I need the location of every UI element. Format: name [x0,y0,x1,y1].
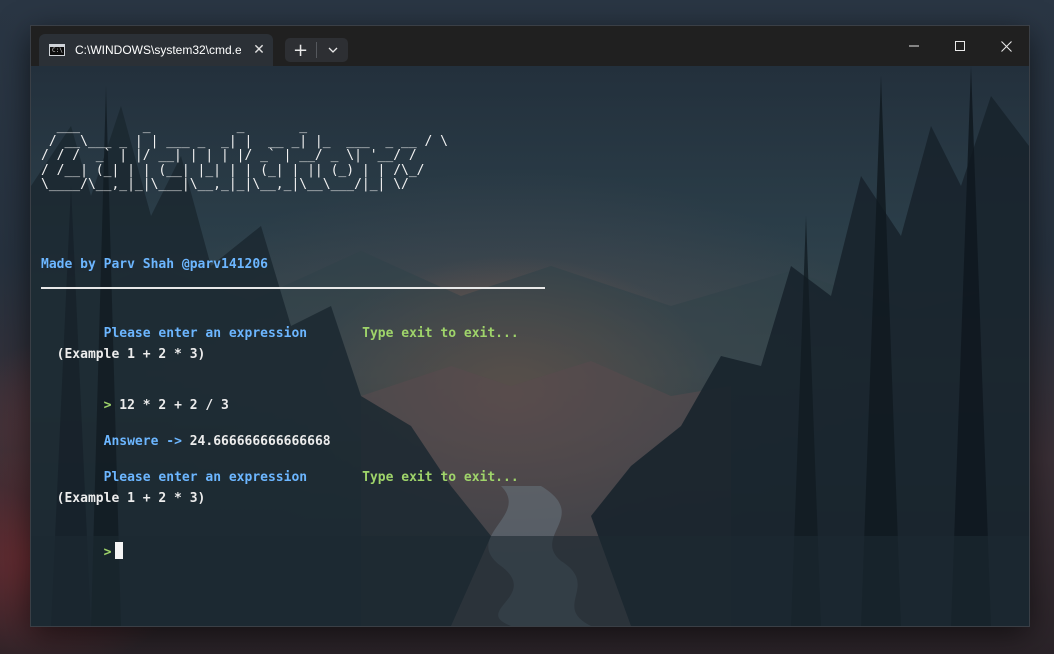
maximize-icon [955,41,965,51]
user-input: 12 * 2 + 2 / 3 [119,398,229,413]
tab-cmd[interactable]: C:\ C:\WINDOWS\system32\cmd.e ✕ [39,34,273,66]
ascii-art-banner: ___ _ _ _ / __\___ _ | | ___ _ _| | __ _… [41,119,448,192]
terminal-icon: C:\ [49,44,65,56]
tab-title: C:\WINDOWS\system32\cmd.e [75,43,241,57]
example-line-2: (Example 1 + 2 * 3) [41,491,206,506]
title-bar[interactable]: C:\ C:\WINDOWS\system32\cmd.e ✕ + [31,26,1029,66]
answer-value: 24.666666666666668 [189,434,331,449]
divider-line [41,287,545,289]
made-by-line: Made by Parv Shah @parv141206 [41,257,268,272]
close-icon [1000,40,1012,52]
new-tab-button[interactable]: + [285,38,316,62]
prompt-symbol: > [103,545,112,560]
tab-close-icon[interactable]: ✕ [249,40,269,60]
console-output: ___ _ _ _ / __\___ _ | | ___ _ _| | __ _… [41,66,1021,626]
exit-hint: Type exit to exit... [362,470,519,485]
terminal-area[interactable]: ___ _ _ _ / __\___ _ | | ___ _ _| | __ _… [31,66,1029,626]
minimize-icon [909,45,919,47]
exit-hint: Type exit to exit... [362,326,519,341]
maximize-button[interactable] [937,26,983,66]
close-button[interactable] [983,26,1029,66]
prompt-text: Please enter an expression [103,326,308,341]
input-line-2[interactable]: > [41,527,124,575]
answer-label: Answere -> [103,434,182,449]
minimize-button[interactable] [891,26,937,66]
terminal-window: C:\ C:\WINDOWS\system32\cmd.e ✕ + ___ _ … [31,26,1029,626]
chevron-down-icon [328,47,337,53]
example-line-1: (Example 1 + 2 * 3) [41,347,206,362]
prompt-symbol: > [103,398,112,413]
prompt-text: Please enter an expression [103,470,308,485]
window-controls [891,26,1029,66]
text-cursor[interactable] [115,542,124,559]
new-tab-group: + [285,38,348,62]
dropdown-button[interactable] [317,38,348,62]
